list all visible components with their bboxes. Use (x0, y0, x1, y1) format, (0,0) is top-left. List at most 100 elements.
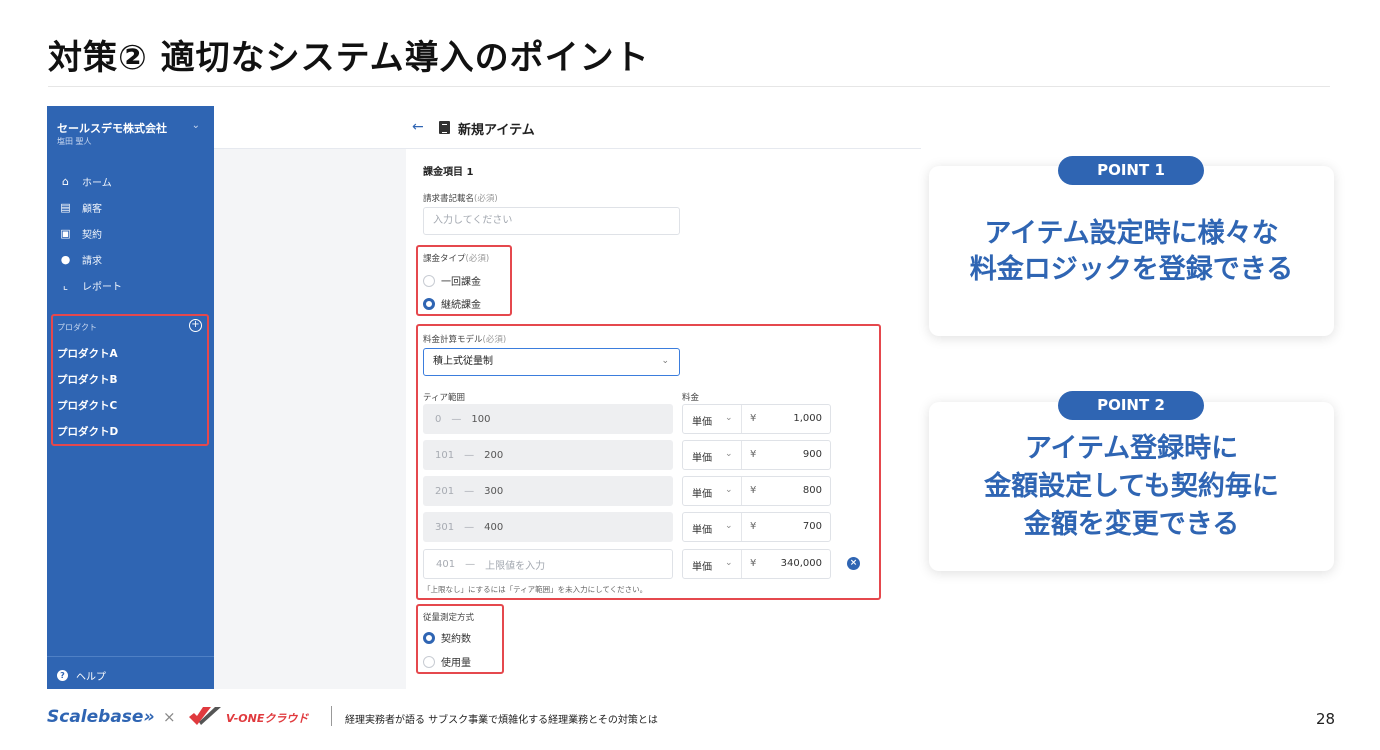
tier-upper-input[interactable]: 上限値を入力 (485, 557, 545, 572)
home-icon: ⌂ (62, 175, 69, 188)
tier-from: 101 (435, 449, 455, 461)
radio-off-icon (423, 274, 435, 287)
chevron-down-icon: ⌄ (661, 356, 669, 366)
header-divider (214, 148, 921, 149)
point-2-line-2: 金額設定しても契約毎に (984, 471, 1279, 502)
invoice-name-label: 請求書記載名(必須) (423, 192, 498, 204)
price-separator (741, 477, 742, 505)
currency-symbol: ¥ (750, 449, 757, 460)
slide-title: 対策② 適切なシステム導入のポイント (48, 38, 650, 78)
required-mark: (必須) (482, 335, 507, 345)
option-label: 継続課金 (441, 300, 481, 311)
remove-tier-icon[interactable]: × (847, 557, 860, 570)
tier-dash: — (464, 521, 475, 533)
price-amount[interactable]: 700 (803, 521, 822, 532)
sidebar-item-customers[interactable]: ▤ 顧客 (59, 200, 102, 215)
invoice-name-input[interactable]: 入力してください (423, 207, 680, 235)
sidebar-item-label: 請求 (82, 256, 102, 267)
point-2-card: アイテム登録時に 金額設定しても契約毎に 金額を変更できる (929, 402, 1334, 571)
measure-label: 従量測定方式 (423, 613, 475, 623)
chevron-down-icon: ⌄ (725, 485, 733, 495)
point-1-line-1: アイテム設定時に様々な (984, 218, 1279, 249)
form-title: 新規アイテム (458, 123, 535, 138)
tier-to: 300 (484, 485, 504, 497)
billing-type-option-recurring[interactable]: 継続課金 (423, 296, 481, 311)
measure-option-contracts[interactable]: 契約数 (423, 630, 471, 645)
user-name: 塩田 聖人 (57, 137, 92, 146)
back-arrow-icon[interactable]: ← (412, 119, 424, 135)
chevron-down-icon: ⌄ (725, 521, 733, 531)
price-input-row-2[interactable]: 単価 ⌄ ¥900 (682, 440, 831, 470)
required-mark: (必須) (474, 194, 498, 204)
chevron-down-icon: ⌄ (725, 413, 733, 423)
section-title: 課金項目 1 (423, 167, 474, 178)
price-input-row-3[interactable]: 単価 ⌄ ¥800 (682, 476, 831, 506)
price-unit[interactable]: 単価 (692, 521, 712, 536)
option-label: 使用量 (441, 658, 471, 669)
invoice-name-label-text: 請求書記載名 (423, 194, 475, 204)
page-number: 28 (1316, 710, 1336, 728)
price-separator (741, 441, 742, 469)
calc-model-value: 積上式従量制 (433, 356, 493, 367)
price-input-row-5[interactable]: 単価 ⌄ ¥340,000 (682, 549, 831, 579)
point-1-line-2: 料金ロジックを登録できる (969, 254, 1294, 285)
point-2-line-3: 金額を変更できる (1023, 509, 1240, 540)
sidebar-item-home[interactable]: ⌂ ホーム (59, 174, 112, 189)
radio-on-icon (423, 297, 435, 310)
option-label: 一回課金 (441, 277, 481, 288)
point-2-line-1: アイテム登録時に (1024, 433, 1239, 464)
sidebar-item-report[interactable]: ⌞ レポート (59, 278, 122, 293)
tier-to: 400 (484, 521, 504, 533)
tier-dash: — (451, 413, 462, 425)
help-label: ヘルプ (76, 672, 106, 683)
tier-to: 200 (484, 449, 504, 461)
company-name[interactable]: セールスデモ株式会社 (57, 120, 167, 136)
price-separator (741, 513, 742, 541)
scalebase-logo: Scalebase» (47, 707, 155, 727)
currency-symbol: ¥ (750, 521, 757, 532)
price-separator (741, 550, 742, 578)
sidebar-item-contracts[interactable]: ▣ 契約 (59, 226, 102, 241)
billing-type-option-once[interactable]: 一回課金 (423, 273, 481, 288)
footer-text: 経理実務者が語る サブスク事業で煩雑化する経理業務とその対策とは (345, 715, 658, 726)
price-unit[interactable]: 単価 (692, 449, 712, 464)
price-input-row-4[interactable]: 単価 ⌄ ¥700 (682, 512, 831, 542)
price-unit[interactable]: 単価 (692, 413, 712, 428)
calc-model-select[interactable]: 積上式従量制 ⌄ (423, 348, 680, 376)
tier-range-row-1: 0 — 100 (423, 404, 673, 434)
tier-dash: — (465, 558, 476, 570)
point-2-badge: POINT 2 (1058, 391, 1204, 420)
point-1-badge: POINT 1 (1058, 156, 1204, 185)
price-header: 料金 (682, 393, 700, 403)
price-amount[interactable]: 800 (803, 485, 822, 496)
price-input-row-1[interactable]: 単価 ⌄ ¥1,000 (682, 404, 831, 434)
required-mark: (必須) (465, 254, 490, 264)
price-unit[interactable]: 単価 (692, 485, 712, 500)
chevron-down-icon: ⌄ (725, 449, 733, 459)
title-divider (48, 86, 1330, 87)
tier-from: 201 (435, 485, 455, 497)
chevron-down-icon[interactable]: ⌄ (192, 120, 200, 131)
help-icon: ? (57, 670, 68, 681)
vone-logo: V-ONEクラウド (226, 712, 309, 725)
price-amount[interactable]: 340,000 (781, 558, 822, 569)
tier-range-row-5[interactable]: 401 — 上限値を入力 (423, 549, 673, 579)
tier-to: 100 (471, 413, 491, 425)
currency-symbol: ¥ (750, 413, 757, 424)
tier-from: 401 (436, 558, 456, 570)
sidebar-item-billing[interactable]: ● 請求 (59, 252, 102, 267)
billing-type-label: 課金タイプ(必須) (423, 252, 489, 264)
sidebar-item-label: 顧客 (82, 204, 102, 215)
price-amount[interactable]: 900 (803, 449, 822, 460)
price-amount[interactable]: 1,000 (793, 413, 822, 424)
radio-off-icon (423, 655, 435, 668)
price-unit[interactable]: 単価 (692, 558, 712, 573)
help-link[interactable]: ? ヘルプ (57, 668, 106, 683)
sidebar-divider (47, 656, 214, 657)
chevron-down-icon: ⌄ (725, 558, 733, 568)
vone-mark-icon (189, 707, 221, 725)
measure-option-usage[interactable]: 使用量 (423, 654, 471, 669)
contract-icon: ▣ (60, 227, 71, 240)
point-1-card: アイテム設定時に様々な 料金ロジックを登録できる (929, 166, 1334, 336)
sidebar-item-label: レポート (82, 282, 122, 293)
